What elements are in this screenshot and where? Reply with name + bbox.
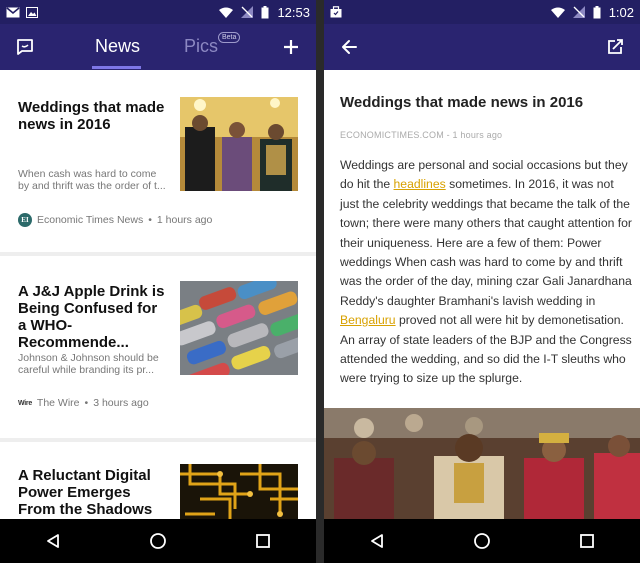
card-time: 1 hours ago bbox=[156, 214, 213, 226]
status-bar: 1:02 bbox=[324, 0, 640, 24]
tab-pics[interactable]: Pics bbox=[184, 36, 218, 57]
status-time: 1:02 bbox=[608, 4, 634, 20]
briefcase-icon bbox=[330, 6, 342, 18]
app-bar bbox=[324, 24, 640, 70]
news-feed-screen: 12:53 News Pics Beta Weddings that made … bbox=[0, 0, 316, 563]
card-source: Wire The Wire • 3 hours ago bbox=[18, 397, 149, 409]
wifi-icon bbox=[219, 7, 234, 18]
source-name: The Wire bbox=[36, 397, 80, 409]
back-triangle-icon[interactable] bbox=[33, 526, 73, 556]
news-card[interactable]: A J&J Apple Drink is Being Confused for … bbox=[0, 256, 316, 438]
plus-icon[interactable] bbox=[278, 34, 304, 60]
news-card[interactable]: Weddings that made news in 2016 When cas… bbox=[0, 70, 316, 252]
back-triangle-icon[interactable] bbox=[357, 526, 397, 556]
chat-icon[interactable] bbox=[12, 34, 38, 60]
system-nav-bar bbox=[0, 519, 316, 563]
article-meta: ECONOMICTIMES.COM - 1 hours ago bbox=[340, 130, 503, 140]
no-signal-icon bbox=[572, 6, 585, 18]
card-thumbnail bbox=[180, 281, 298, 375]
card-source: EI Economic Times News • 1 hours ago bbox=[18, 213, 212, 227]
home-circle-icon[interactable] bbox=[138, 526, 178, 556]
news-card[interactable]: A Reluctant Digital Power Emerges From t… bbox=[0, 442, 316, 519]
source-logo: EI bbox=[18, 213, 32, 227]
recents-square-icon[interactable] bbox=[567, 526, 607, 556]
wifi-icon bbox=[550, 7, 565, 18]
article-link[interactable]: headlines bbox=[394, 177, 446, 191]
system-nav-bar bbox=[324, 519, 640, 563]
status-bar: 12:53 bbox=[0, 0, 316, 24]
beta-badge: Beta bbox=[218, 32, 241, 43]
card-title: A J&J Apple Drink is Being Confused for … bbox=[18, 283, 165, 351]
article-view: Weddings that made news in 2016 ECONOMIC… bbox=[324, 70, 640, 519]
battery-icon bbox=[261, 5, 269, 18]
article-image bbox=[324, 408, 640, 519]
card-title: Weddings that made news in 2016 bbox=[18, 99, 165, 133]
no-signal-icon bbox=[241, 6, 254, 18]
card-thumbnail bbox=[180, 97, 298, 191]
article-title: Weddings that made news in 2016 bbox=[340, 94, 584, 111]
app-bar: News Pics Beta bbox=[0, 24, 316, 70]
news-feed: Weddings that made news in 2016 When cas… bbox=[0, 70, 316, 519]
card-time: 3 hours ago bbox=[93, 397, 149, 409]
separator-dot: • bbox=[84, 397, 89, 409]
source-logo: Wire bbox=[18, 399, 32, 407]
gallery-icon bbox=[26, 6, 38, 18]
share-edit-icon[interactable] bbox=[602, 34, 628, 60]
recents-square-icon[interactable] bbox=[243, 526, 283, 556]
article-screen: 1:02 Weddings that made news in 2016 ECO… bbox=[324, 0, 640, 563]
tab-news[interactable]: News bbox=[95, 36, 140, 57]
article-link[interactable]: Bengaluru bbox=[340, 313, 396, 327]
home-circle-icon[interactable] bbox=[462, 526, 502, 556]
card-snippet: Johnson & Johnson should be careful whil… bbox=[18, 352, 159, 376]
source-name: Economic Times News bbox=[37, 214, 144, 226]
article-text: sometimes. In 2016, it was not just the … bbox=[340, 177, 632, 308]
tab-indicator bbox=[92, 66, 141, 69]
card-thumbnail bbox=[180, 464, 298, 519]
card-snippet: When cash was hard to come by and thrift… bbox=[18, 168, 166, 192]
battery-icon bbox=[593, 5, 601, 18]
article-body: Weddings are personal and social occasio… bbox=[340, 156, 634, 389]
gmail-icon bbox=[6, 6, 20, 17]
status-time: 12:53 bbox=[277, 4, 310, 20]
card-title: A Reluctant Digital Power Emerges From t… bbox=[18, 467, 153, 518]
back-arrow-icon[interactable] bbox=[336, 34, 362, 60]
separator-dot: • bbox=[148, 214, 152, 226]
